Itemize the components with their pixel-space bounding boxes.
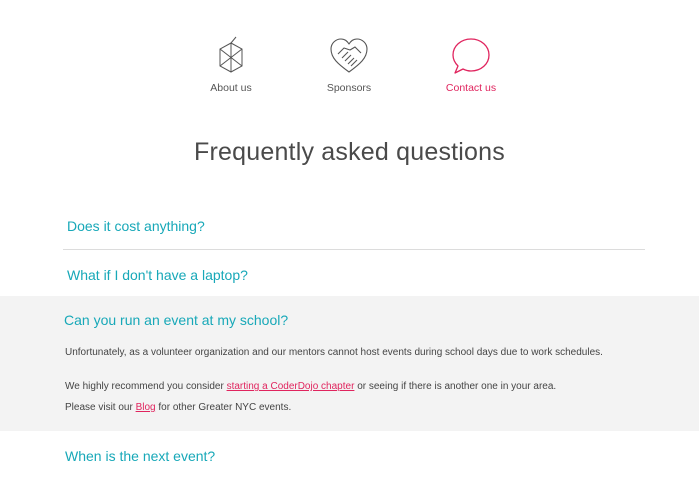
faq-item-expanded: Can you run an event at my school? Unfor…: [0, 296, 699, 431]
top-navigation: About us Sponsors Contact us: [0, 0, 699, 110]
faq-question-cost[interactable]: Does it cost anything?: [67, 218, 205, 234]
cube-icon: [181, 36, 281, 76]
faq-question-laptop[interactable]: What if I don't have a laptop?: [67, 267, 248, 283]
nav-sponsors[interactable]: Sponsors: [299, 36, 399, 94]
nav-sponsors-label: Sponsors: [326, 82, 372, 94]
faq-divider: [63, 249, 645, 250]
faq-answer-paragraph-3: Please visit our Blog for other Greater …: [65, 401, 625, 415]
speech-bubble-icon: [421, 36, 521, 76]
nav-about-us-label: About us: [210, 82, 252, 94]
faq-answer-paragraph-1: Unfortunately, as a volunteer organizati…: [65, 347, 603, 358]
faq-question-school[interactable]: Can you run an event at my school?: [64, 312, 288, 328]
nav-contact-us-label: Contact us: [445, 82, 497, 94]
blog-link[interactable]: Blog: [136, 402, 156, 413]
answer-text: Please visit our: [65, 402, 136, 413]
nav-contact-us[interactable]: Contact us: [421, 36, 521, 94]
answer-text: for other Greater NYC events.: [155, 402, 292, 413]
handshake-heart-icon: [299, 36, 399, 76]
faq-question-next-event[interactable]: When is the next event?: [65, 448, 215, 464]
start-chapter-link[interactable]: starting a CoderDojo chapter: [227, 381, 355, 392]
nav-about-us[interactable]: About us: [181, 36, 281, 94]
page-title: Frequently asked questions: [194, 138, 505, 166]
answer-text: We highly recommend you consider: [65, 381, 227, 392]
answer-text: or seeing if there is another one in you…: [354, 381, 557, 392]
faq-answer-paragraph-2: We highly recommend you consider startin…: [65, 380, 625, 394]
